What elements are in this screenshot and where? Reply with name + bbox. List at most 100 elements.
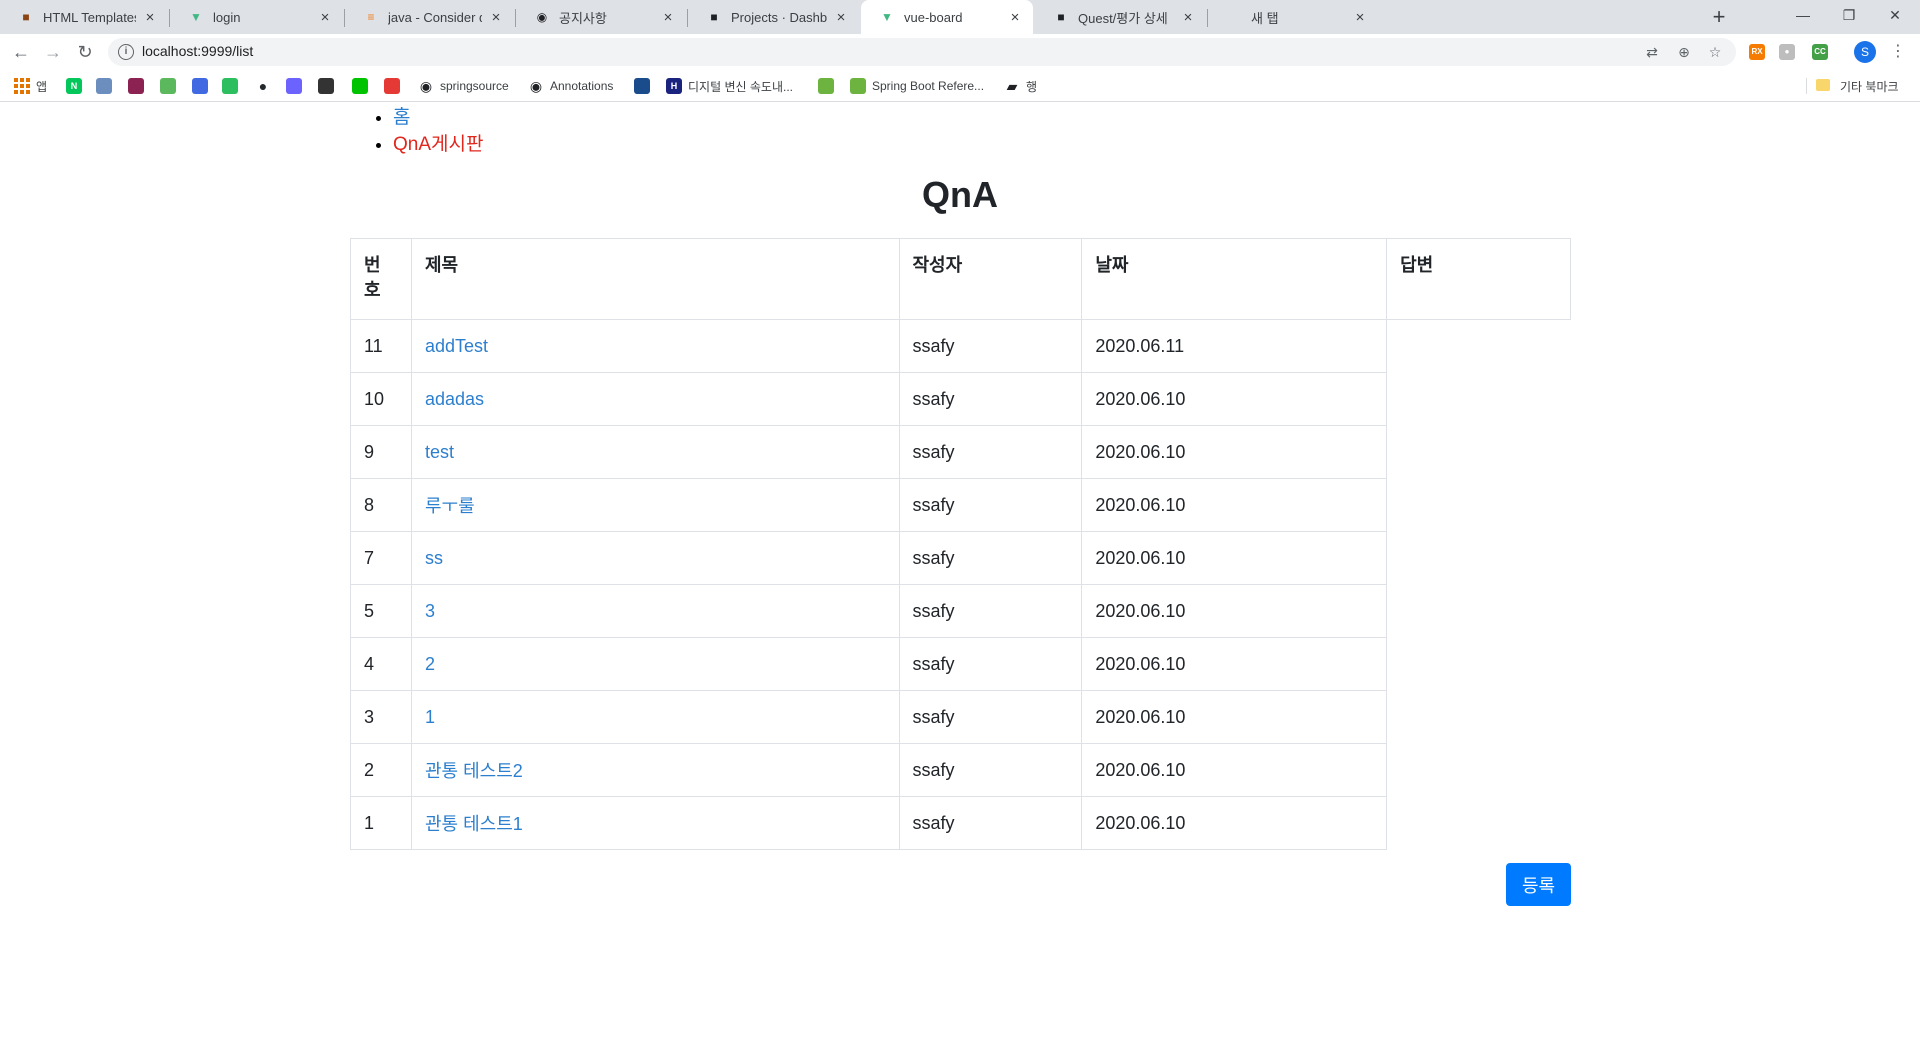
github-icon: ● (255, 78, 271, 94)
bookmark-item[interactable]: N (66, 76, 88, 96)
cell-writer: ssafy (898, 531, 1083, 585)
register-button[interactable]: 등록 (1506, 863, 1571, 906)
table-row: 7 ss ssafy 2020.06.10 (350, 531, 1571, 585)
bookmark-label: Annotations (550, 79, 614, 93)
minimize-icon[interactable]: — (1780, 0, 1826, 30)
cell-no: 5 (350, 584, 412, 638)
address-bar[interactable]: i localhost:9999/list ⇄ ⊕ ☆ (108, 38, 1736, 66)
tab-strip: ■ HTML Templates - HTML W × ▼ login × ≡ java - … (0, 0, 1920, 34)
page-content: 홈 QnA게시판 QnA 번호 제목 작성자 날짜 답변 11addTestss… (0, 102, 1920, 1040)
bookmark-item[interactable] (384, 76, 406, 96)
tab-1[interactable]: ■ HTML Templates - HTML W × (0, 0, 168, 34)
globe-favicon-icon: ◉ (536, 10, 548, 24)
cell-date: 2020.06.10 (1081, 425, 1388, 479)
url-text[interactable]: localhost:9999/list (142, 43, 253, 59)
bookmark-item[interactable] (222, 76, 244, 96)
bookmark-item[interactable] (160, 76, 182, 96)
cell-writer: ssafy (898, 584, 1083, 638)
tab-close-icon[interactable]: × (317, 9, 333, 26)
tab-5[interactable]: ■ Projects · Dashboard · GitL × (688, 0, 859, 34)
bookmark-star-icon[interactable]: ☆ (1706, 43, 1724, 61)
tab-close-icon[interactable]: × (1352, 9, 1368, 26)
new-tab-button[interactable]: + (1706, 4, 1732, 30)
extension-cc-icon[interactable]: CC (1812, 44, 1828, 60)
nav-qna-link[interactable]: QnA게시판 (393, 134, 483, 155)
nav-home-link[interactable]: 홈 (393, 107, 410, 128)
tab-7[interactable]: ■ Quest/평가 상세 × (1035, 0, 1206, 34)
post-title-link[interactable]: 관통 테스트1 (425, 814, 523, 834)
header-title: 제목 (410, 238, 900, 320)
forward-icon[interactable]: → (41, 40, 65, 64)
post-title-link[interactable]: adadas (425, 389, 484, 409)
tab-2[interactable]: ▼ login × (170, 0, 343, 34)
post-title-link[interactable]: 1 (425, 707, 435, 727)
bookmark-item[interactable]: ● (255, 76, 277, 96)
restore-icon[interactable]: ❐ (1826, 0, 1872, 30)
bookmark-item[interactable] (818, 76, 840, 96)
translate-icon[interactable]: ⇄ (1643, 43, 1661, 61)
tab-6[interactable]: ▼ vue-board × (861, 0, 1033, 34)
other-bookmarks[interactable]: 기타 북마크 (1840, 76, 1899, 96)
code-tag-icon (318, 78, 334, 94)
post-title-link[interactable]: addTest (425, 336, 488, 356)
bookmark-item[interactable] (128, 76, 150, 96)
bookmark-item[interactable]: Spring Boot Refere... (850, 76, 984, 96)
tab-3[interactable]: ≡ java - Consider defining a × (345, 0, 514, 34)
cell-title: 관통 테스트1 (410, 796, 900, 850)
bookmark-label: 앱 (36, 79, 48, 94)
bookmark-label: 행 (1026, 79, 1038, 94)
bookmark-item[interactable]: ◉ springsource (418, 76, 509, 96)
tab-title: Quest/평가 상세 (1078, 10, 1168, 26)
tab-4[interactable]: ◉ 공지사항 × (516, 0, 686, 34)
more-menu-icon[interactable]: ⋮ (1888, 42, 1908, 62)
bookmark-item[interactable] (192, 76, 214, 96)
close-window-icon[interactable]: ✕ (1872, 0, 1918, 30)
book-icon: ▰ (1004, 78, 1020, 94)
bookmark-item[interactable] (286, 76, 308, 96)
tab-close-icon[interactable]: × (833, 9, 849, 26)
reload-icon[interactable]: ↻ (73, 40, 97, 64)
cell-title: ss (410, 531, 900, 585)
site-info-icon[interactable]: i (118, 44, 134, 60)
spring-icon (818, 78, 834, 94)
cell-no: 2 (350, 743, 412, 797)
post-title-link[interactable]: test (425, 442, 454, 462)
tab-close-icon[interactable]: × (660, 9, 676, 26)
bookmark-item[interactable]: ◉ Annotations (528, 76, 613, 96)
bookmark-item[interactable]: ▰ 행 (1004, 76, 1037, 96)
bookmark-label: springsource (440, 79, 509, 93)
profile-avatar[interactable]: S (1854, 41, 1876, 63)
bookmark-item[interactable]: 앱 (14, 76, 47, 96)
blank-favicon-icon (1226, 9, 1242, 25)
post-title-link[interactable]: 2 (425, 654, 435, 674)
zoom-icon[interactable]: ⊕ (1675, 43, 1693, 61)
tab-8[interactable]: 새 탭 × (1208, 0, 1378, 34)
tab-title: login (213, 9, 241, 25)
post-title-link[interactable]: ss (425, 548, 443, 568)
cell-writer: ssafy (898, 690, 1083, 744)
cell-title: adadas (410, 372, 900, 426)
extension-octo-icon[interactable]: ● (1779, 44, 1795, 60)
bookmark-item[interactable] (634, 76, 656, 96)
bookmark-item[interactable] (352, 76, 374, 96)
extension-rss-icon[interactable]: RX (1749, 44, 1765, 60)
post-title-link[interactable]: 루ㅜ룰 (425, 496, 475, 516)
cell-writer: ssafy (898, 796, 1083, 850)
globe-icon: ◉ (418, 77, 434, 94)
back-icon[interactable]: ← (9, 40, 33, 64)
cell-answer (1386, 478, 1571, 532)
post-title-link[interactable]: 관통 테스트2 (425, 761, 523, 781)
cell-date: 2020.06.10 (1081, 637, 1388, 691)
apps-grid-icon (14, 78, 30, 94)
quest-favicon-icon: ■ (1057, 10, 1065, 24)
tab-close-icon[interactable]: × (1007, 9, 1023, 26)
bookmark-item[interactable]: H 디지털 변신 속도내... (666, 76, 793, 96)
bookmark-item[interactable] (318, 76, 340, 96)
tab-close-icon[interactable]: × (1180, 9, 1196, 26)
cell-date: 2020.06.10 (1081, 796, 1388, 850)
bookmark-item[interactable] (96, 76, 118, 96)
tab-close-icon[interactable]: × (488, 9, 504, 26)
tab-close-icon[interactable]: × (142, 9, 158, 26)
post-title-link[interactable]: 3 (425, 601, 435, 621)
w3c-icon (160, 78, 176, 94)
